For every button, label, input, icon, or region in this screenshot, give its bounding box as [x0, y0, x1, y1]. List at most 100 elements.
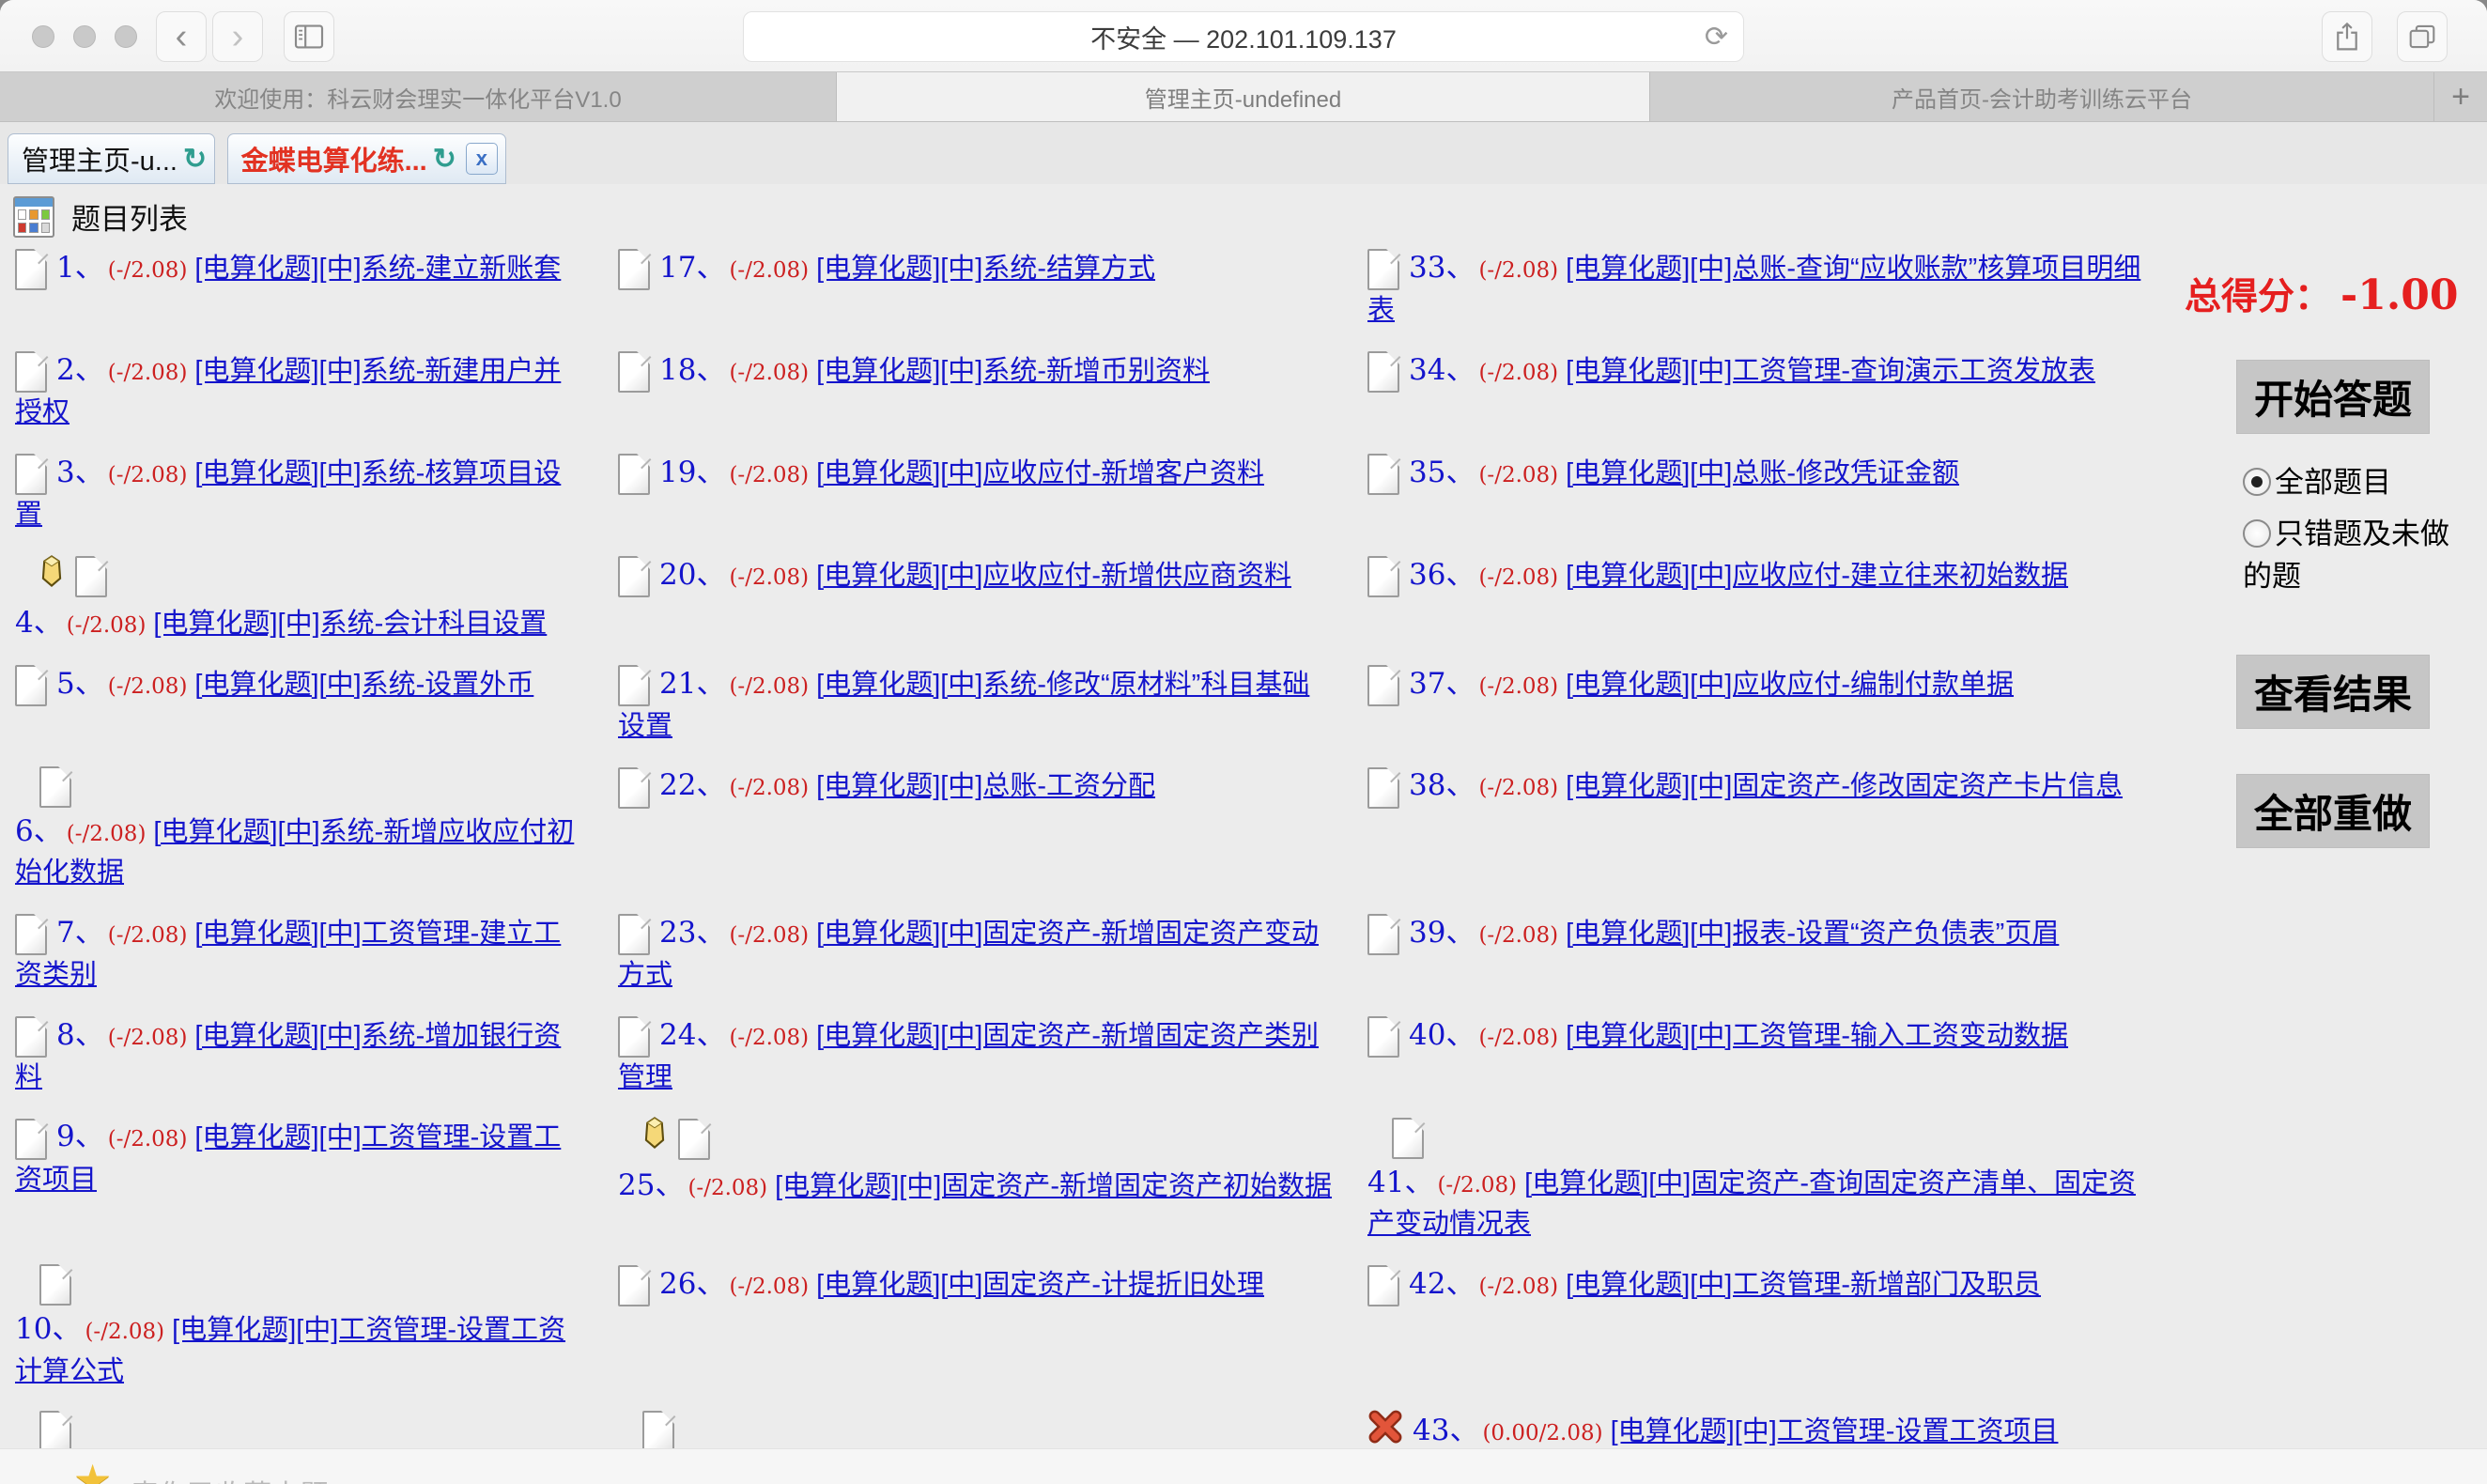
question-item: 42、(-/2.08)[电算化题][中]工资管理-新增部门及职员 — [1360, 1258, 2185, 1319]
question-number: 1、 — [56, 251, 104, 285]
question-link[interactable]: [电算化题][中]应收应付-新增供应商资料 — [816, 561, 1291, 591]
document-icon — [15, 665, 47, 706]
question-number: 22、 — [659, 768, 725, 802]
sidebar-button[interactable] — [284, 11, 334, 62]
back-button[interactable]: ‹ — [156, 11, 207, 62]
question-link[interactable]: [电算化题][中]工资管理-新增部门及职员 — [1566, 1270, 2041, 1300]
question-score: (-/2.08) — [85, 1320, 164, 1344]
question-link[interactable]: [电算化题][中]系统-会计科目设置 — [153, 609, 547, 639]
radio-selected-icon[interactable] — [2243, 468, 2271, 496]
question-link[interactable]: [电算化题][中]系统-结算方式 — [816, 254, 1155, 284]
question-number: 2、 — [56, 353, 104, 387]
question-score: (-/2.08) — [1478, 361, 1558, 385]
favorite-legend-text: 表你已收藏本题； — [131, 1472, 356, 1484]
browser-tab-product[interactable]: 产品首页-会计助考训练云平台 — [1650, 72, 2434, 121]
redo-all-button[interactable]: 全部重做 — [2236, 774, 2430, 848]
question-score: (-/2.08) — [729, 258, 809, 283]
question-score: (-/2.08) — [729, 776, 809, 800]
question-item: 25、(-/2.08)[电算化题][中]固定资产-新增固定资产初始数据 — [610, 1110, 1360, 1219]
question-link[interactable]: [电算化题][中]报表-设置“资产负债表”页眉 — [1566, 919, 2059, 949]
question-link[interactable]: [电算化题][中]应收应付-新增客户资料 — [816, 458, 1264, 488]
question-icons — [642, 1117, 1336, 1162]
page-tab-admin-home[interactable]: 管理主页-u... ↻ — [8, 133, 215, 184]
question-number: 8、 — [56, 1018, 104, 1052]
question-score: (-/2.08) — [729, 1275, 809, 1299]
question-icons — [15, 356, 47, 386]
question-score: (0.00/2.08) — [1482, 1421, 1602, 1445]
document-icon — [15, 249, 47, 290]
document-icon — [1367, 1016, 1399, 1058]
share-button[interactable] — [2322, 11, 2372, 62]
question-item: 8、(-/2.08)[电算化题][中]系统-增加银行资料 — [8, 1009, 610, 1111]
radio-all-questions[interactable]: 全部题目 — [2243, 458, 2468, 501]
question-link[interactable]: [电算化题][中]工资管理-查询演示工资发放表 — [1566, 356, 2095, 386]
page-title: 题目列表 — [71, 195, 188, 238]
question-link[interactable]: [电算化题][中]应收应付-建立往来初始数据 — [1566, 561, 2068, 591]
question-link[interactable]: [电算化题][中]系统-建立新账套 — [194, 254, 561, 284]
question-score: (-/2.08) — [729, 463, 809, 487]
tab-overview-button[interactable] — [2397, 11, 2448, 62]
question-icons — [1367, 254, 1399, 284]
refresh-icon[interactable]: ↻ — [183, 143, 207, 176]
document-icon — [1367, 1265, 1399, 1306]
address-bar[interactable]: 不安全 — 202.101.109.137 ⟳ — [743, 11, 1744, 62]
start-answering-button[interactable]: 开始答题 — [2236, 360, 2430, 434]
question-score: (-/2.08) — [729, 923, 809, 948]
question-link[interactable]: [电算化题][中]系统-设置外币 — [194, 670, 533, 700]
question-link[interactable]: [电算化题][中]应收应付-编制付款单据 — [1566, 670, 2014, 700]
question-link[interactable]: [电算化题][中]系统-新增币别资料 — [816, 356, 1210, 386]
close-window-button[interactable] — [32, 25, 54, 48]
question-number: 20、 — [659, 558, 725, 592]
zoom-window-button[interactable] — [115, 25, 137, 48]
question-item: 41、(-/2.08)[电算化题][中]固定资产-查询固定资产清单、固定资产变动… — [1360, 1110, 2185, 1257]
question-icons — [1367, 356, 1399, 386]
question-link[interactable]: [电算化题][中]固定资产-新增固定资产初始数据 — [775, 1171, 1332, 1201]
question-number: 42、 — [1409, 1267, 1475, 1301]
question-number: 4、 — [15, 606, 63, 640]
question-score: (-/2.08) — [108, 1026, 188, 1050]
question-number: 19、 — [659, 456, 725, 489]
new-tab-button[interactable]: + — [2434, 72, 2487, 121]
question-item: 5、(-/2.08)[电算化题][中]系统-设置外币 — [8, 657, 610, 719]
question-number: 5、 — [56, 667, 104, 701]
browser-tab-active[interactable]: 管理主页-undefined — [837, 72, 1650, 121]
question-item: 26、(-/2.08)[电算化题][中]固定资产-计提折旧处理 — [610, 1258, 1360, 1319]
view-results-button[interactable]: 查看结果 — [2236, 655, 2430, 729]
traffic-lights — [32, 25, 137, 48]
document-icon — [618, 665, 650, 706]
question-score: (-/2.08) — [1478, 258, 1558, 283]
question-link[interactable]: [电算化题][中]固定资产-计提折旧处理 — [816, 1270, 1264, 1300]
close-tab-button[interactable]: x — [466, 143, 498, 175]
safari-window: ‹ › 不安全 — 202.101.109.137 ⟳ 欢迎使用：科云财会理实一… — [0, 0, 2487, 1484]
document-icon — [618, 556, 650, 597]
question-link[interactable]: [电算化题][中]工资管理-设置工资项目 — [1611, 1416, 2059, 1446]
radio-unselected-icon[interactable] — [2243, 519, 2271, 548]
radio-wrong-undone[interactable]: 只错题及未做的题 — [2243, 510, 2468, 595]
forward-button[interactable]: › — [212, 11, 263, 62]
question-link[interactable]: [电算化题][中]总账-修改凭证金额 — [1566, 458, 1959, 488]
question-icons — [39, 1411, 586, 1452]
question-icons — [1367, 561, 1399, 591]
question-score: (-/2.08) — [67, 613, 147, 638]
question-score: (-/2.08) — [687, 1176, 767, 1200]
page-tab-kingdee-practice[interactable]: 金蝶电算化练... ↻ x — [227, 133, 506, 184]
document-icon — [618, 351, 650, 393]
question-link[interactable]: [电算化题][中]工资管理-输入工资变动数据 — [1566, 1021, 2068, 1051]
address-text: 不安全 — 202.101.109.137 — [1090, 19, 1397, 55]
question-icons — [618, 919, 650, 949]
reload-icon[interactable]: ⟳ — [1705, 21, 1728, 54]
question-score: (-/2.08) — [729, 1026, 809, 1050]
question-item: 17、(-/2.08)[电算化题][中]系统-结算方式 — [610, 241, 1360, 302]
question-number: 6、 — [15, 814, 63, 848]
question-link[interactable]: [电算化题][中]总账-工资分配 — [816, 771, 1155, 801]
question-link[interactable]: [电算化题][中]固定资产-修改固定资产卡片信息 — [1566, 771, 2123, 801]
minimize-window-button[interactable] — [73, 25, 96, 48]
question-number: 37、 — [1409, 667, 1475, 701]
question-number: 36、 — [1409, 558, 1475, 592]
document-icon — [678, 1119, 710, 1160]
question-grid: 1、(-/2.08)[电算化题][中]系统-建立新账套 2、(-/2.08)[电… — [8, 241, 2185, 1484]
question-number: 9、 — [56, 1120, 104, 1153]
refresh-icon[interactable]: ↻ — [433, 143, 456, 176]
question-number: 33、 — [1409, 251, 1475, 285]
browser-tab-welcome[interactable]: 欢迎使用：科云财会理实一体化平台V1.0 — [0, 72, 837, 121]
